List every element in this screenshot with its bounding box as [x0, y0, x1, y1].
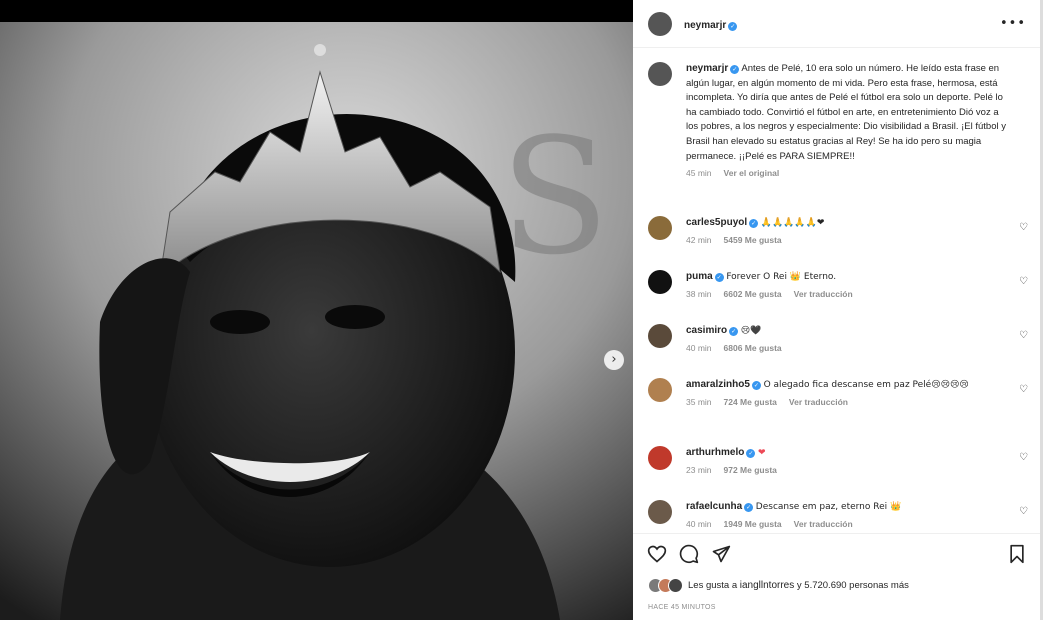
likes-middle: y	[796, 580, 802, 591]
comment-item: arthurhmelo ✓ ❤ 23 min 972 Me gusta ♡	[648, 446, 1028, 475]
commenter-avatar[interactable]	[648, 446, 672, 470]
comment-likes[interactable]: 5459 Me gusta	[724, 235, 782, 245]
see-translation-link[interactable]: Ver traducción	[794, 289, 853, 299]
comment-time: 23 min	[686, 464, 712, 475]
verified-icon: ✓	[751, 381, 761, 390]
author-avatar[interactable]	[648, 62, 672, 86]
svg-text:S: S	[500, 103, 610, 290]
verified-icon: ✓	[749, 219, 759, 228]
comment-icon[interactable]	[679, 544, 699, 564]
caption-text: Antes de Pelé, 10 era solo un número. He…	[686, 63, 1006, 162]
action-bar	[633, 533, 1040, 577]
commenter-avatar[interactable]	[648, 324, 672, 348]
comment-like-heart-icon[interactable]: ♡	[1019, 276, 1028, 287]
caption-username[interactable]: neymarjr	[686, 63, 728, 74]
comment-item: puma ✓ Forever O Rei 👑 Eterno. 38 min 6602…	[648, 270, 1028, 299]
post-time-ago[interactable]: HACE 45 MINUTOS	[648, 604, 716, 611]
verified-icon: ✓	[744, 503, 754, 512]
commenter-avatar[interactable]	[648, 500, 672, 524]
comment-like-heart-icon[interactable]: ♡	[1019, 384, 1028, 395]
share-icon[interactable]	[711, 544, 731, 564]
bookmark-icon[interactable]	[1008, 544, 1026, 564]
more-options-icon[interactable]: •••	[1000, 16, 1026, 31]
commenter-avatar[interactable]	[648, 216, 672, 240]
likes-username[interactable]: iangllntorres	[740, 580, 794, 591]
commenter-username[interactable]: puma	[686, 271, 713, 282]
author-username[interactable]: neymarjr	[684, 20, 726, 31]
comment-likes[interactable]: 6602 Me gusta	[724, 289, 782, 299]
comment-item: amaralzinho5 ✓ O alegado fica descanse em…	[648, 378, 1028, 407]
likes-count[interactable]: 5.720.690 personas más	[804, 580, 909, 591]
comment-likes[interactable]: 972 Me gusta	[724, 465, 777, 475]
comment-time: 42 min	[686, 234, 712, 245]
next-photo-button[interactable]: ›	[604, 350, 624, 370]
post-sidebar: neymarjr ✓ ••• neymarjr ✓ Antes de Pelé, 1…	[633, 0, 1040, 620]
comment-likes[interactable]: 1949 Me gusta	[724, 519, 782, 529]
comment-item: carles5puyol ✓ 🙏🙏🙏🙏🙏❤ 42 min 5459 Me gusta…	[648, 216, 1028, 245]
verified-icon: ✓	[728, 21, 738, 31]
comment-item: rafaelcunha ✓ Descanse em paz, eterno Rei…	[648, 500, 1028, 529]
see-translation-link[interactable]: Ver traducción	[789, 397, 848, 407]
commenter-avatar[interactable]	[648, 378, 672, 402]
heart-icon[interactable]	[647, 544, 667, 564]
see-translation-link[interactable]: Ver traducción	[794, 519, 853, 529]
caption: neymarjr ✓ Antes de Pelé, 10 era solo un …	[648, 62, 1028, 178]
pele-crown-image: S	[0, 22, 633, 620]
commenter-avatar[interactable]	[648, 270, 672, 294]
verified-icon: ✓	[714, 273, 724, 282]
liker-avatar[interactable]	[668, 578, 683, 593]
comment-time: 40 min	[686, 518, 712, 529]
verified-icon: ✓	[729, 327, 739, 336]
commenter-username[interactable]: amaralzinho5	[686, 379, 750, 390]
likes-summary: Les gusta a iangllntorres y 5.720.690 pe…	[648, 578, 909, 593]
verified-icon: ✓	[746, 449, 756, 458]
commenter-username[interactable]: casimiro	[686, 325, 727, 336]
verified-icon: ✓	[730, 65, 740, 74]
see-original-link[interactable]: Ver el original	[724, 168, 780, 178]
commenter-username[interactable]: rafaelcunha	[686, 501, 742, 512]
comment-like-heart-icon[interactable]: ♡	[1019, 452, 1028, 463]
comment-text: 🙏🙏🙏🙏🙏❤	[760, 218, 825, 228]
comment-text: Descanse em paz, eterno Rei 👑	[755, 502, 902, 512]
caption-time: 45 min	[686, 168, 712, 179]
author-avatar[interactable]	[648, 11, 672, 36]
comment-item: casimiro ✓ 😢🖤 40 min 6806 Me gusta ♡	[648, 324, 1028, 353]
comment-text: ❤	[757, 448, 766, 458]
commenter-username[interactable]: carles5puyol	[686, 217, 747, 228]
post-photo[interactable]: S ›	[0, 22, 633, 620]
comment-time: 40 min	[686, 342, 712, 353]
comment-time: 38 min	[686, 288, 712, 299]
post-header: neymarjr ✓ •••	[633, 0, 1040, 48]
comments-list[interactable]: neymarjr ✓ Antes de Pelé, 10 era solo un …	[633, 49, 1040, 533]
comment-likes[interactable]: 6806 Me gusta	[724, 343, 782, 353]
comment-like-heart-icon[interactable]: ♡	[1019, 506, 1028, 517]
comment-text: O alegado fica descanse em paz Pelé😢😢😢😢	[763, 380, 969, 390]
commenter-username[interactable]: arthurhmelo	[686, 447, 744, 458]
instagram-post-view: S › neymarjr ✓ ••• neymarjr ✓ Antes de P…	[0, 0, 1043, 620]
comment-like-heart-icon[interactable]: ♡	[1019, 330, 1028, 341]
comment-time: 35 min	[686, 396, 712, 407]
comment-text: Forever O Rei 👑 Eterno.	[726, 272, 837, 282]
comment-like-heart-icon[interactable]: ♡	[1019, 222, 1028, 233]
likes-prefix: Les gusta a	[688, 580, 738, 591]
comment-text: 😢🖤	[740, 326, 762, 336]
comment-likes[interactable]: 724 Me gusta	[724, 397, 777, 407]
